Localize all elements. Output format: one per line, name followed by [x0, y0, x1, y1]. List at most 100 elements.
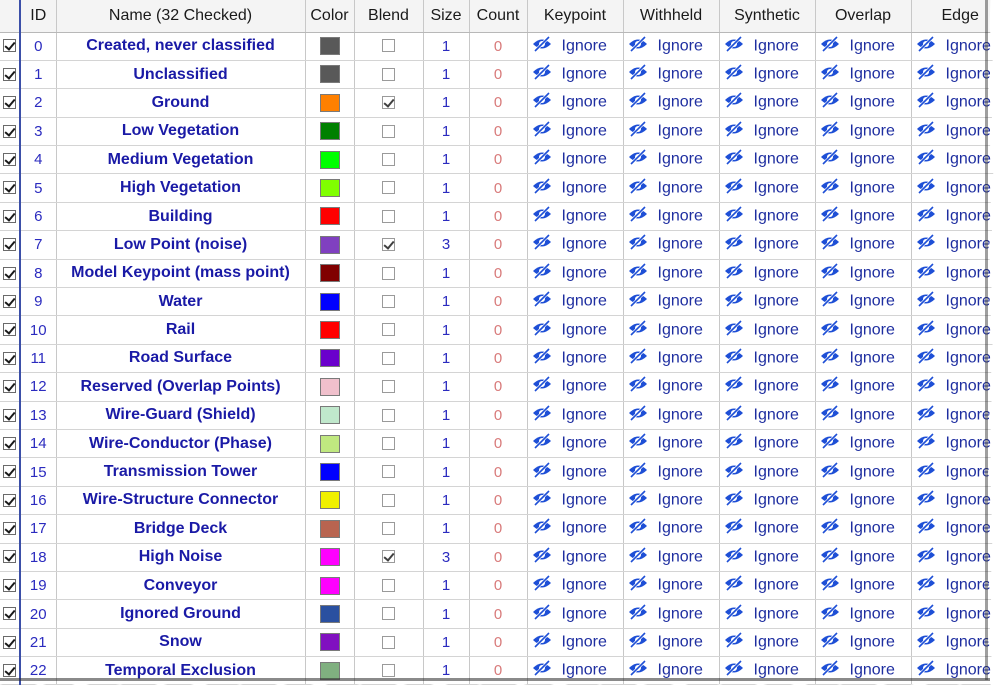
- hidden-eye-icon[interactable]: [820, 149, 840, 170]
- flag-synthetic[interactable]: Ignore: [719, 32, 816, 61]
- blend-checkbox[interactable]: [382, 578, 395, 592]
- class-name[interactable]: Medium Vegetation: [56, 145, 306, 175]
- hidden-eye-icon[interactable]: [724, 546, 744, 568]
- flag-withheld[interactable]: Ignore: [623, 259, 720, 289]
- blend-checkbox[interactable]: [382, 408, 395, 422]
- hidden-eye-icon[interactable]: [532, 291, 552, 312]
- checkbox-icon[interactable]: [3, 522, 16, 536]
- point-size[interactable]: 1: [423, 60, 470, 90]
- hidden-eye-icon[interactable]: [532, 120, 552, 142]
- table-row[interactable]: 0 Created, never classified 1 0 Ignore Ignore…: [0, 32, 1000, 61]
- checkbox-icon[interactable]: [3, 351, 16, 365]
- flag-overlap[interactable]: Ignore: [815, 429, 912, 459]
- hidden-eye-icon[interactable]: [916, 64, 936, 85]
- hidden-eye-icon[interactable]: [916, 149, 936, 170]
- color-swatch[interactable]: [319, 235, 340, 254]
- flag-withheld[interactable]: Ignore: [623, 145, 720, 175]
- class-color-cell[interactable]: [305, 344, 355, 374]
- table-row[interactable]: 17 Bridge Deck 1 0 Ignore Ignore Ignore Ignore I…: [0, 514, 1000, 544]
- row-visible-checkbox[interactable]: [0, 486, 21, 516]
- hidden-eye-icon[interactable]: [532, 234, 552, 255]
- point-size[interactable]: 1: [423, 315, 470, 345]
- flag-keypoint[interactable]: Ignore: [527, 401, 624, 430]
- flag-withheld[interactable]: Ignore: [623, 514, 720, 544]
- class-name[interactable]: Model Keypoint (mass point): [56, 259, 306, 289]
- hidden-eye-icon[interactable]: [916, 603, 936, 625]
- color-swatch[interactable]: [319, 661, 340, 680]
- blend-checkbox[interactable]: [382, 181, 395, 195]
- flag-overlap[interactable]: Ignore: [815, 599, 912, 629]
- blend-checkbox[interactable]: [382, 124, 395, 138]
- flag-keypoint[interactable]: Ignore: [527, 628, 624, 658]
- hidden-eye-icon[interactable]: [916, 177, 936, 199]
- hidden-eye-icon[interactable]: [724, 92, 744, 113]
- hidden-eye-icon[interactable]: [628, 234, 648, 255]
- flag-synthetic[interactable]: Ignore: [719, 514, 816, 544]
- flag-overlap[interactable]: Ignore: [815, 117, 912, 147]
- row-visible-checkbox[interactable]: [0, 599, 21, 629]
- hidden-eye-icon[interactable]: [532, 433, 552, 454]
- color-swatch[interactable]: [319, 207, 340, 226]
- flag-overlap[interactable]: Ignore: [815, 145, 912, 175]
- hidden-eye-icon[interactable]: [916, 631, 936, 653]
- blend-checkbox[interactable]: [382, 493, 395, 507]
- table-row[interactable]: 21 Snow 1 0 Ignore Ignore Ignore Ignore Ignore: [0, 628, 1000, 658]
- row-visible-checkbox[interactable]: [0, 145, 21, 175]
- color-swatch[interactable]: [319, 377, 340, 396]
- point-size[interactable]: 1: [423, 88, 470, 118]
- hidden-eye-icon[interactable]: [532, 376, 552, 397]
- flag-keypoint[interactable]: Ignore: [527, 173, 624, 203]
- color-swatch[interactable]: [319, 65, 340, 84]
- hidden-eye-icon[interactable]: [820, 319, 840, 341]
- flag-keypoint[interactable]: Ignore: [527, 372, 624, 402]
- point-size[interactable]: 1: [423, 372, 470, 402]
- hidden-eye-icon[interactable]: [724, 234, 744, 255]
- hidden-eye-icon[interactable]: [916, 518, 936, 539]
- hidden-eye-icon[interactable]: [724, 64, 744, 85]
- checkbox-icon[interactable]: [3, 380, 16, 394]
- table-row[interactable]: 19 Conveyor 1 0 Ignore Ignore Ignore Ignore Igno…: [0, 571, 1000, 601]
- class-color-cell[interactable]: [305, 599, 355, 629]
- hidden-eye-icon[interactable]: [820, 92, 840, 113]
- blend-checkbox[interactable]: [382, 635, 395, 649]
- point-size[interactable]: 3: [423, 543, 470, 572]
- class-color-cell[interactable]: [305, 145, 355, 175]
- hidden-eye-icon[interactable]: [532, 92, 552, 113]
- table-row[interactable]: 18 High Noise 3 0 Ignore Ignore Ignore Ignore Ig…: [0, 543, 1000, 572]
- table-row[interactable]: 4 Medium Vegetation 1 0 Ignore Ignore Ignore Ig…: [0, 145, 1000, 175]
- header-color[interactable]: Color: [305, 0, 355, 33]
- hidden-eye-icon[interactable]: [916, 546, 936, 568]
- flag-overlap[interactable]: Ignore: [815, 514, 912, 544]
- class-color-cell[interactable]: [305, 230, 355, 260]
- class-name[interactable]: Road Surface: [56, 344, 306, 374]
- hidden-eye-icon[interactable]: [724, 177, 744, 199]
- class-color-cell[interactable]: [305, 571, 355, 601]
- hidden-eye-icon[interactable]: [916, 35, 936, 57]
- flag-keypoint[interactable]: Ignore: [527, 514, 624, 544]
- blend-cell[interactable]: [354, 145, 424, 175]
- hidden-eye-icon[interactable]: [820, 546, 840, 568]
- hidden-eye-icon[interactable]: [820, 631, 840, 653]
- flag-overlap[interactable]: Ignore: [815, 202, 912, 232]
- hidden-eye-icon[interactable]: [628, 376, 648, 397]
- blend-cell[interactable]: [354, 457, 424, 487]
- blend-cell[interactable]: [354, 486, 424, 516]
- hidden-eye-icon[interactable]: [628, 120, 648, 142]
- hidden-eye-icon[interactable]: [628, 149, 648, 170]
- flag-keypoint[interactable]: Ignore: [527, 60, 624, 90]
- checkbox-icon[interactable]: [3, 238, 16, 252]
- hidden-eye-icon[interactable]: [532, 177, 552, 199]
- row-visible-checkbox[interactable]: [0, 372, 21, 402]
- point-size[interactable]: 1: [423, 202, 470, 232]
- header-keypoint[interactable]: Keypoint: [527, 0, 624, 33]
- point-size[interactable]: 1: [423, 145, 470, 175]
- flag-withheld[interactable]: Ignore: [623, 287, 720, 317]
- hidden-eye-icon[interactable]: [820, 262, 840, 284]
- hidden-eye-icon[interactable]: [724, 461, 744, 483]
- blend-cell[interactable]: [354, 315, 424, 345]
- blend-cell[interactable]: [354, 287, 424, 317]
- row-visible-checkbox[interactable]: [0, 117, 21, 147]
- flag-withheld[interactable]: Ignore: [623, 344, 720, 374]
- hidden-eye-icon[interactable]: [724, 376, 744, 397]
- class-color-cell[interactable]: [305, 173, 355, 203]
